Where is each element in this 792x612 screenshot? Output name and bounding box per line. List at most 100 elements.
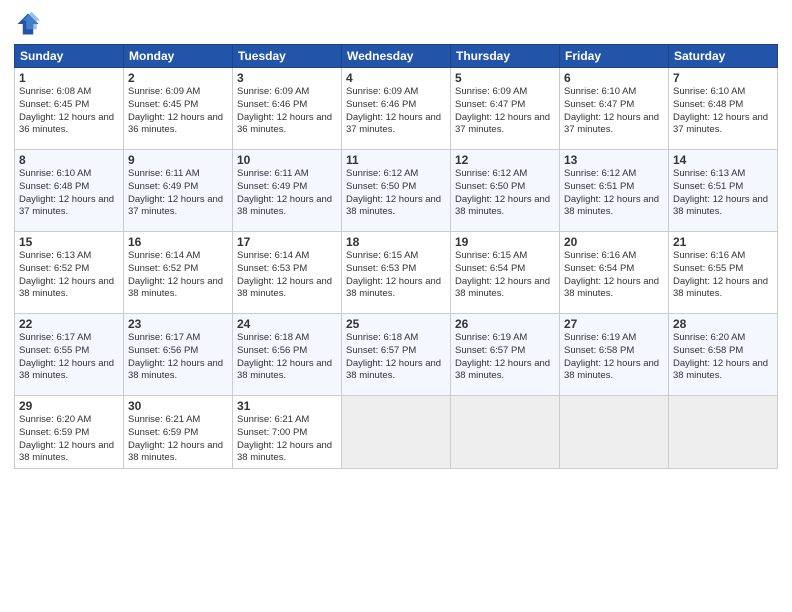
calendar-cell: 28 Sunrise: 6:20 AM Sunset: 6:58 PM Dayl… (669, 314, 778, 396)
day-info: Sunrise: 6:21 AM Sunset: 6:59 PM Dayligh… (128, 414, 228, 465)
calendar-cell: 15 Sunrise: 6:13 AM Sunset: 6:52 PM Dayl… (15, 232, 124, 314)
weekday-header-wednesday: Wednesday (342, 45, 451, 68)
calendar-cell: 16 Sunrise: 6:14 AM Sunset: 6:52 PM Dayl… (124, 232, 233, 314)
calendar-week-2: 8 Sunrise: 6:10 AM Sunset: 6:48 PM Dayli… (15, 150, 778, 232)
day-info: Sunrise: 6:20 AM Sunset: 6:59 PM Dayligh… (19, 414, 119, 465)
calendar-cell: 17 Sunrise: 6:14 AM Sunset: 6:53 PM Dayl… (233, 232, 342, 314)
weekday-header-saturday: Saturday (669, 45, 778, 68)
day-number: 21 (673, 235, 773, 249)
day-number: 23 (128, 317, 228, 331)
day-info: Sunrise: 6:15 AM Sunset: 6:53 PM Dayligh… (346, 250, 446, 301)
day-info: Sunrise: 6:10 AM Sunset: 6:48 PM Dayligh… (673, 86, 773, 137)
calendar-cell: 3 Sunrise: 6:09 AM Sunset: 6:46 PM Dayli… (233, 68, 342, 150)
day-info: Sunrise: 6:20 AM Sunset: 6:58 PM Dayligh… (673, 332, 773, 383)
calendar-cell: 23 Sunrise: 6:17 AM Sunset: 6:56 PM Dayl… (124, 314, 233, 396)
day-info: Sunrise: 6:10 AM Sunset: 6:47 PM Dayligh… (564, 86, 664, 137)
logo (14, 10, 46, 38)
day-info: Sunrise: 6:11 AM Sunset: 6:49 PM Dayligh… (128, 168, 228, 219)
day-info: Sunrise: 6:13 AM Sunset: 6:52 PM Dayligh… (19, 250, 119, 301)
day-info: Sunrise: 6:09 AM Sunset: 6:45 PM Dayligh… (128, 86, 228, 137)
day-info: Sunrise: 6:19 AM Sunset: 6:57 PM Dayligh… (455, 332, 555, 383)
day-info: Sunrise: 6:12 AM Sunset: 6:50 PM Dayligh… (346, 168, 446, 219)
calendar-cell: 5 Sunrise: 6:09 AM Sunset: 6:47 PM Dayli… (451, 68, 560, 150)
calendar-cell: 29 Sunrise: 6:20 AM Sunset: 6:59 PM Dayl… (15, 396, 124, 469)
day-number: 4 (346, 71, 446, 85)
weekday-header-thursday: Thursday (451, 45, 560, 68)
calendar-cell: 6 Sunrise: 6:10 AM Sunset: 6:47 PM Dayli… (560, 68, 669, 150)
weekday-header-tuesday: Tuesday (233, 45, 342, 68)
calendar-cell: 7 Sunrise: 6:10 AM Sunset: 6:48 PM Dayli… (669, 68, 778, 150)
calendar-cell: 1 Sunrise: 6:08 AM Sunset: 6:45 PM Dayli… (15, 68, 124, 150)
day-info: Sunrise: 6:21 AM Sunset: 7:00 PM Dayligh… (237, 414, 337, 465)
calendar-cell: 22 Sunrise: 6:17 AM Sunset: 6:55 PM Dayl… (15, 314, 124, 396)
day-info: Sunrise: 6:12 AM Sunset: 6:50 PM Dayligh… (455, 168, 555, 219)
day-info: Sunrise: 6:12 AM Sunset: 6:51 PM Dayligh… (564, 168, 664, 219)
day-number: 11 (346, 153, 446, 167)
calendar-cell: 14 Sunrise: 6:13 AM Sunset: 6:51 PM Dayl… (669, 150, 778, 232)
day-info: Sunrise: 6:08 AM Sunset: 6:45 PM Dayligh… (19, 86, 119, 137)
calendar-cell: 25 Sunrise: 6:18 AM Sunset: 6:57 PM Dayl… (342, 314, 451, 396)
calendar-cell (451, 396, 560, 469)
calendar-cell: 11 Sunrise: 6:12 AM Sunset: 6:50 PM Dayl… (342, 150, 451, 232)
calendar-cell: 20 Sunrise: 6:16 AM Sunset: 6:54 PM Dayl… (560, 232, 669, 314)
day-number: 20 (564, 235, 664, 249)
calendar-cell: 12 Sunrise: 6:12 AM Sunset: 6:50 PM Dayl… (451, 150, 560, 232)
day-info: Sunrise: 6:17 AM Sunset: 6:55 PM Dayligh… (19, 332, 119, 383)
day-info: Sunrise: 6:15 AM Sunset: 6:54 PM Dayligh… (455, 250, 555, 301)
day-number: 31 (237, 399, 337, 413)
calendar-cell: 4 Sunrise: 6:09 AM Sunset: 6:46 PM Dayli… (342, 68, 451, 150)
day-number: 1 (19, 71, 119, 85)
day-number: 26 (455, 317, 555, 331)
calendar-cell: 24 Sunrise: 6:18 AM Sunset: 6:56 PM Dayl… (233, 314, 342, 396)
calendar-cell (342, 396, 451, 469)
day-number: 27 (564, 317, 664, 331)
day-info: Sunrise: 6:14 AM Sunset: 6:52 PM Dayligh… (128, 250, 228, 301)
day-number: 30 (128, 399, 228, 413)
page: SundayMondayTuesdayWednesdayThursdayFrid… (0, 0, 792, 612)
day-number: 3 (237, 71, 337, 85)
day-info: Sunrise: 6:16 AM Sunset: 6:55 PM Dayligh… (673, 250, 773, 301)
calendar-week-1: 1 Sunrise: 6:08 AM Sunset: 6:45 PM Dayli… (15, 68, 778, 150)
calendar-week-3: 15 Sunrise: 6:13 AM Sunset: 6:52 PM Dayl… (15, 232, 778, 314)
day-number: 19 (455, 235, 555, 249)
weekday-header-sunday: Sunday (15, 45, 124, 68)
day-info: Sunrise: 6:14 AM Sunset: 6:53 PM Dayligh… (237, 250, 337, 301)
day-number: 7 (673, 71, 773, 85)
day-info: Sunrise: 6:18 AM Sunset: 6:57 PM Dayligh… (346, 332, 446, 383)
day-number: 22 (19, 317, 119, 331)
day-number: 25 (346, 317, 446, 331)
calendar-cell: 18 Sunrise: 6:15 AM Sunset: 6:53 PM Dayl… (342, 232, 451, 314)
weekday-header-friday: Friday (560, 45, 669, 68)
day-number: 16 (128, 235, 228, 249)
weekday-header-monday: Monday (124, 45, 233, 68)
day-number: 9 (128, 153, 228, 167)
calendar-cell (560, 396, 669, 469)
calendar: SundayMondayTuesdayWednesdayThursdayFrid… (14, 44, 778, 469)
day-number: 28 (673, 317, 773, 331)
calendar-week-5: 29 Sunrise: 6:20 AM Sunset: 6:59 PM Dayl… (15, 396, 778, 469)
calendar-cell: 21 Sunrise: 6:16 AM Sunset: 6:55 PM Dayl… (669, 232, 778, 314)
weekday-header-row: SundayMondayTuesdayWednesdayThursdayFrid… (15, 45, 778, 68)
day-number: 18 (346, 235, 446, 249)
day-number: 13 (564, 153, 664, 167)
day-number: 8 (19, 153, 119, 167)
day-info: Sunrise: 6:09 AM Sunset: 6:47 PM Dayligh… (455, 86, 555, 137)
calendar-cell: 13 Sunrise: 6:12 AM Sunset: 6:51 PM Dayl… (560, 150, 669, 232)
calendar-cell: 2 Sunrise: 6:09 AM Sunset: 6:45 PM Dayli… (124, 68, 233, 150)
day-number: 2 (128, 71, 228, 85)
calendar-body: 1 Sunrise: 6:08 AM Sunset: 6:45 PM Dayli… (15, 68, 778, 469)
calendar-cell: 9 Sunrise: 6:11 AM Sunset: 6:49 PM Dayli… (124, 150, 233, 232)
calendar-cell: 8 Sunrise: 6:10 AM Sunset: 6:48 PM Dayli… (15, 150, 124, 232)
day-info: Sunrise: 6:10 AM Sunset: 6:48 PM Dayligh… (19, 168, 119, 219)
day-info: Sunrise: 6:18 AM Sunset: 6:56 PM Dayligh… (237, 332, 337, 383)
day-number: 17 (237, 235, 337, 249)
day-info: Sunrise: 6:16 AM Sunset: 6:54 PM Dayligh… (564, 250, 664, 301)
calendar-cell: 26 Sunrise: 6:19 AM Sunset: 6:57 PM Dayl… (451, 314, 560, 396)
day-number: 15 (19, 235, 119, 249)
calendar-cell: 10 Sunrise: 6:11 AM Sunset: 6:49 PM Dayl… (233, 150, 342, 232)
day-info: Sunrise: 6:19 AM Sunset: 6:58 PM Dayligh… (564, 332, 664, 383)
header (14, 10, 778, 38)
calendar-cell (669, 396, 778, 469)
logo-icon (14, 10, 42, 38)
day-number: 14 (673, 153, 773, 167)
